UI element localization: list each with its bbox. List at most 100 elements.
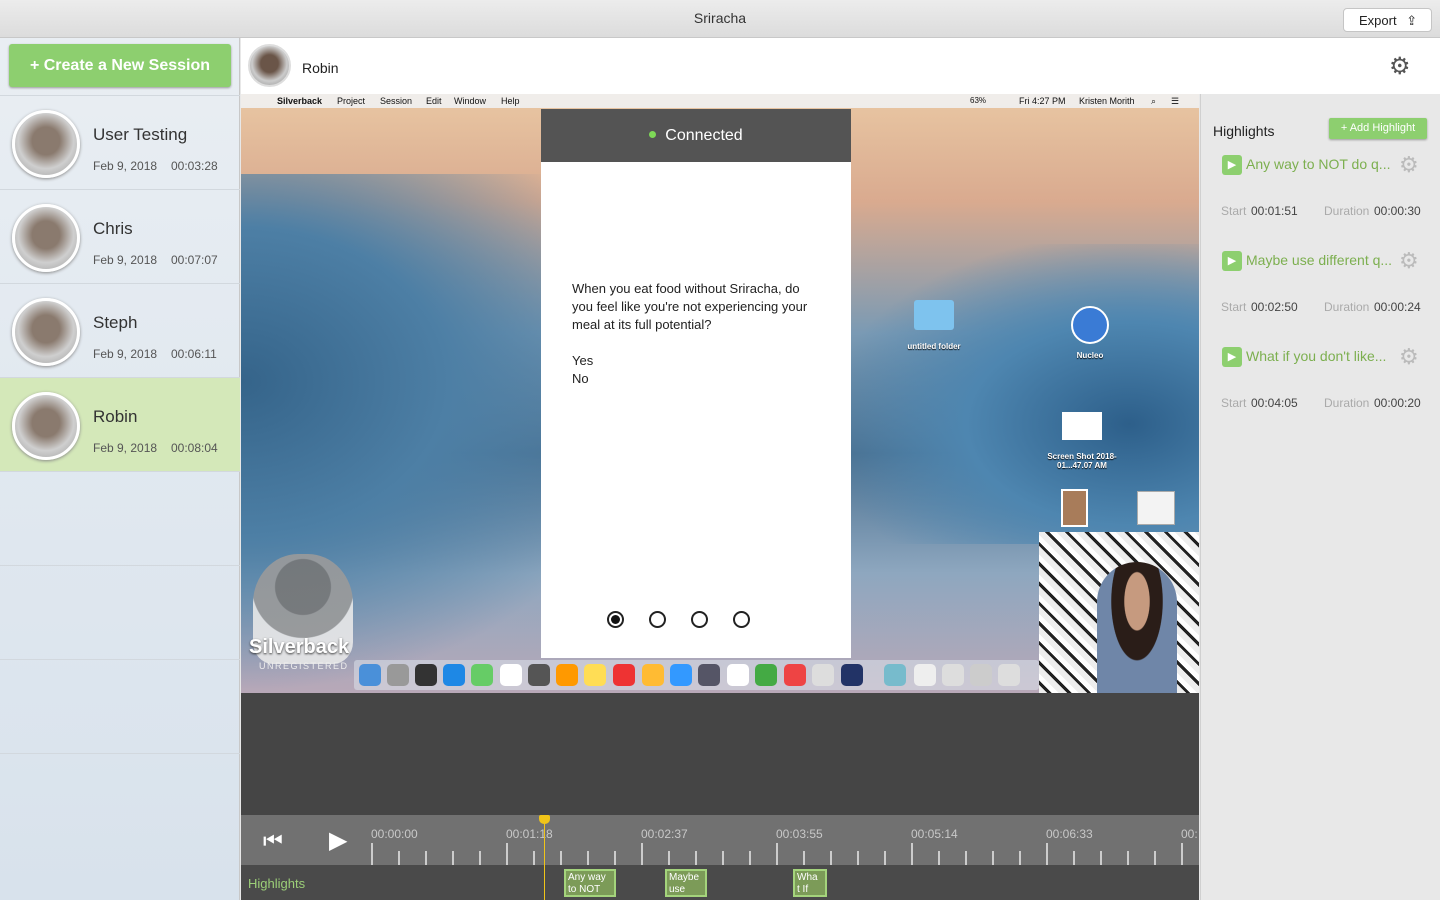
- page-dot[interactable]: [733, 611, 750, 628]
- minor-tick: [1019, 851, 1021, 865]
- play-highlight-icon[interactable]: ▶: [1222, 347, 1242, 367]
- share-icon: ⇪: [1406, 13, 1418, 28]
- gear-icon[interactable]: ⚙: [1399, 152, 1419, 178]
- page-dot[interactable]: [691, 611, 708, 628]
- start-value: 00:04:05: [1251, 396, 1298, 410]
- gear-icon[interactable]: ⚙: [1399, 248, 1419, 274]
- mac-menu-bar: Silverback Project Session Edit Window H…: [241, 94, 1199, 108]
- minor-tick: [668, 851, 670, 865]
- unregistered-label: UNREGISTERED: [259, 661, 349, 671]
- window-title: Sriracha: [693, 10, 747, 26]
- nucleo-icon: [1071, 306, 1109, 344]
- timeline-highlight-marker[interactable]: Wha t If: [793, 869, 827, 897]
- timeline-time-label: 00:: [1181, 827, 1198, 841]
- session-name: Robin: [93, 407, 138, 426]
- major-tick: [641, 843, 643, 865]
- major-tick: [371, 843, 373, 865]
- session-date: Feb 9, 2018: [93, 253, 158, 267]
- recording-video[interactable]: Silverback Project Session Edit Window H…: [241, 94, 1199, 693]
- avatar: [12, 392, 80, 460]
- minor-tick: [803, 851, 805, 865]
- avatar: [12, 298, 80, 366]
- empty-row: [0, 471, 240, 565]
- session-header: Robin ⚙: [241, 38, 1440, 94]
- skip-back-icon[interactable]: ⏮: [263, 828, 283, 854]
- gear-icon[interactable]: ⚙: [1399, 344, 1419, 370]
- page-dot[interactable]: [649, 611, 666, 628]
- highlight-title[interactable]: What if you don't like...: [1246, 348, 1386, 364]
- highlight-item: ▶ Any way to NOT do q... ⚙ Start 00:01:5…: [1201, 94, 1440, 218]
- timeline-highlight-marker[interactable]: Maybe use: [665, 869, 707, 897]
- play-highlight-icon[interactable]: ▶: [1222, 155, 1242, 175]
- survey-option[interactable]: Yes: [572, 353, 593, 368]
- major-tick: [1181, 843, 1183, 865]
- session-duration: 00:03:28: [171, 159, 218, 173]
- minor-tick: [479, 851, 481, 865]
- highlight-title[interactable]: Any way to NOT do q...: [1246, 156, 1390, 172]
- session-date: Feb 9, 2018: [93, 347, 158, 361]
- session-duration: 00:08:04: [171, 441, 218, 455]
- empty-row: [0, 659, 240, 753]
- image-file-icon: [1061, 489, 1088, 527]
- survey-option[interactable]: No: [572, 371, 589, 386]
- menu-app: Silverback: [277, 96, 323, 106]
- minor-tick: [560, 851, 562, 865]
- menu-item: Session: [380, 96, 413, 106]
- timeline-time-label: 00:05:14: [911, 827, 958, 841]
- minor-tick: [992, 851, 994, 865]
- minor-tick: [695, 851, 697, 865]
- session-date: Feb 9, 2018: [93, 159, 158, 173]
- timeline-highlights-label: Highlights: [248, 876, 306, 891]
- document-file-icon: [1137, 491, 1175, 525]
- session-item-user-testing[interactable]: User Testing Feb 9, 2018 00:03:28: [0, 95, 240, 189]
- major-tick: [776, 843, 778, 865]
- minor-tick: [749, 851, 751, 865]
- minor-tick: [1073, 851, 1075, 865]
- timeline-highlight-marker[interactable]: Any way to NOT: [564, 869, 616, 897]
- battery-level: 63%: [970, 96, 987, 105]
- status-text: Connected: [665, 127, 743, 144]
- connection-status: Connected: [541, 109, 851, 162]
- timeline-time-label: 00:06:33: [1046, 827, 1093, 841]
- highlights-panel: Highlights + Add Highlight ▶ Any way to …: [1200, 94, 1440, 900]
- video-letterbox: [241, 693, 1199, 815]
- avatar: [12, 110, 80, 178]
- list-icon: ☰: [1171, 96, 1180, 106]
- session-item-steph[interactable]: Steph Feb 9, 2018 00:06:11: [0, 283, 240, 377]
- session-item-chris[interactable]: Chris Feb 9, 2018 00:07:07: [0, 189, 240, 283]
- play-highlight-icon[interactable]: ▶: [1222, 251, 1242, 271]
- minor-tick: [1154, 851, 1156, 865]
- desktop-icon-label: Nucleo: [1076, 351, 1104, 360]
- user-name: Kristen Morith: [1079, 96, 1135, 106]
- highlight-title[interactable]: Maybe use different q...: [1246, 252, 1392, 268]
- play-icon[interactable]: ▶: [329, 826, 347, 855]
- desktop-icon-label: untitled folder: [907, 342, 961, 351]
- survey-question: When you eat food without Sriracha, do y…: [572, 281, 808, 332]
- webcam-overlay: [1039, 532, 1199, 693]
- minor-tick: [938, 851, 940, 865]
- participant-name: Robin: [302, 60, 339, 76]
- highlight-item: ▶ Maybe use different q... ⚙ Start 00:02…: [1201, 190, 1440, 314]
- folder-icon: [914, 300, 954, 330]
- session-date: Feb 9, 2018: [93, 441, 158, 455]
- minor-tick: [830, 851, 832, 865]
- export-button[interactable]: Export ⇪: [1343, 8, 1432, 32]
- major-tick: [1046, 843, 1048, 865]
- create-session-button[interactable]: + Create a New Session: [9, 44, 231, 87]
- participant-video: [1097, 562, 1177, 693]
- minor-tick: [614, 851, 616, 865]
- minor-tick: [965, 851, 967, 865]
- minor-tick: [884, 851, 886, 865]
- empty-row: [0, 753, 240, 847]
- session-item-robin[interactable]: Robin Feb 9, 2018 00:08:04: [0, 377, 240, 471]
- minor-tick: [398, 851, 400, 865]
- menu-item: Help: [501, 96, 520, 106]
- menu-item: Project: [337, 96, 366, 106]
- session-name: Chris: [93, 219, 133, 238]
- gear-icon[interactable]: ⚙: [1389, 52, 1411, 81]
- major-tick: [911, 843, 913, 865]
- timeline-ruler[interactable]: ⏮ ▶ 00:00:00 00:01:18 00:02:37 00:03:55 00:0…: [241, 815, 1199, 865]
- page-dot[interactable]: [607, 611, 624, 628]
- session-duration: 00:06:11: [171, 347, 217, 361]
- minor-tick: [587, 851, 589, 865]
